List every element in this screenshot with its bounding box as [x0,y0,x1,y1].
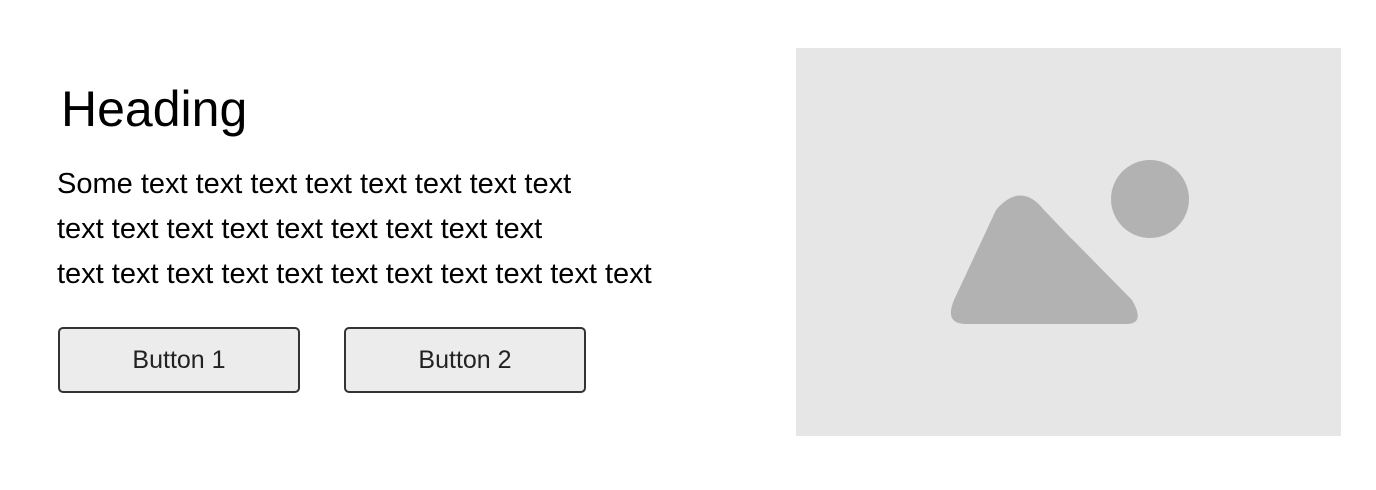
body-text: Some text text text text text text text … [57,162,757,297]
button-1[interactable]: Button 1 [58,327,300,393]
body-text-line: text text text text text text text text … [57,258,652,290]
body-text-line: Some text text text text text text text … [57,168,572,200]
image-placeholder-icon [950,160,1189,324]
sun-circle [1111,160,1189,238]
button-2[interactable]: Button 2 [344,327,586,393]
body-text-line: text text text text text text text text … [57,213,543,245]
image-placeholder [796,48,1341,436]
large-mountain [950,195,1136,324]
page-heading: Heading [61,81,248,137]
